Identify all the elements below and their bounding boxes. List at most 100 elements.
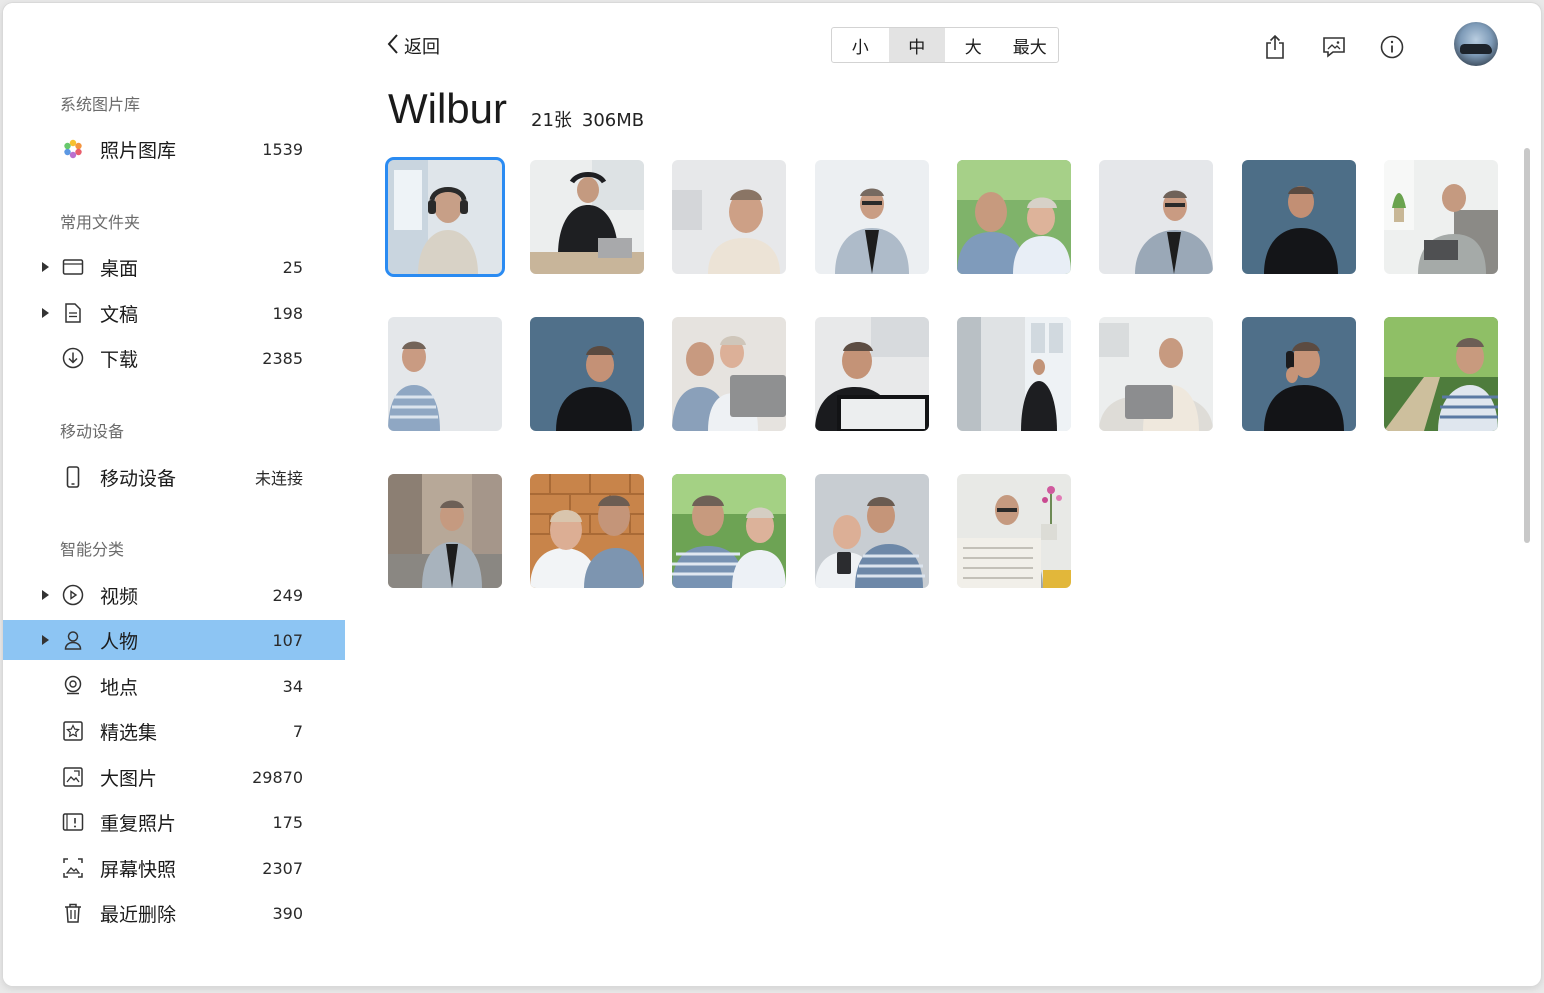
photo-thumbnail[interactable] [388,474,502,588]
sidebar-item-count: 34 [282,676,303,696]
sidebar-item-label: 照片图库 [100,139,177,162]
photo-thumbnail[interactable] [672,317,786,431]
expand-arrow-icon[interactable] [42,308,49,318]
photo-thumbnail[interactable] [957,160,1071,274]
sidebar-item-count: 107 [272,630,303,650]
sidebar-item-duplicates[interactable]: 重复照片 175 [3,802,345,842]
sidebar-item-count: 175 [272,812,303,832]
photo-thumbnail[interactable] [1099,160,1213,274]
expand-arrow-icon[interactable] [42,262,49,272]
sidebar-item-count: 2307 [262,858,303,878]
trash-icon [62,902,84,924]
sidebar-item-recently-deleted[interactable]: 最近删除 390 [3,893,345,933]
photo-thumbnail[interactable] [530,317,644,431]
album-meta: 21张 306MB [531,106,644,132]
large-image-icon [62,766,84,788]
sidebar-item-label: 精选集 [100,721,158,744]
info-icon [1380,35,1404,59]
sidebar-item-count: 未连接 [254,469,303,488]
sidebar-item-count: 2385 [262,348,303,368]
sidebar-item-label: 桌面 [100,257,139,280]
sidebar-item-places[interactable]: 地点 34 [3,666,345,706]
photo-thumbnail[interactable] [815,474,929,588]
album-photo-count: 21张 [531,110,572,131]
sidebar-item-label: 屏幕快照 [100,858,177,881]
sidebar-item-documents[interactable]: 文稿 198 [3,293,345,333]
duplicate-icon [62,811,84,833]
sidebar-item-count: 249 [272,585,303,605]
section-title-common-folders: 常用文件夹 [60,213,141,232]
screenshot-icon [62,857,84,879]
back-button[interactable]: 返回 [386,31,440,61]
photo-thumbnail[interactable] [957,317,1071,431]
section-title-system-library: 系统图片库 [60,95,141,114]
size-option-medium[interactable]: 中 [888,28,945,62]
size-option-large[interactable]: 大 [945,28,1002,62]
sidebar-item-label: 移动设备 [100,467,177,490]
sidebar-item-label: 大图片 [100,767,158,790]
message-image-icon [1323,37,1345,58]
sidebar-item-label: 文稿 [100,303,139,326]
photo-thumbnail[interactable] [1242,317,1356,431]
back-label: 返回 [404,37,440,58]
download-icon [62,347,84,369]
sidebar-item-count: 390 [272,903,303,923]
photo-thumbnail[interactable] [1099,317,1213,431]
sidebar-item-label: 人物 [100,630,139,653]
info-button[interactable] [1378,33,1406,61]
expand-arrow-icon[interactable] [42,635,49,645]
sidebar-item-videos[interactable]: 视频 249 [3,575,345,615]
phone-icon [62,466,84,488]
photo-thumbnail[interactable] [388,317,502,431]
sidebar-item-large-images[interactable]: 大图片 29870 [3,757,345,797]
featured-icon [62,720,84,742]
section-title-smart-categories: 智能分类 [60,540,125,559]
slideshow-button[interactable] [1320,33,1348,61]
sidebar-item-featured[interactable]: 精选集 7 [3,711,345,751]
person-icon [62,629,84,651]
photo-thumbnail[interactable] [385,157,505,277]
sidebar-item-downloads[interactable]: 下载 2385 [3,338,345,378]
sidebar-item-screenshots[interactable]: 屏幕快照 2307 [3,848,345,888]
sidebar-item-count: 198 [272,303,303,323]
app-window: 系统图片库 照片图库 1539 常用文件夹 桌面 25 文稿 198 下载 23… [3,3,1541,986]
sidebar-item-label: 重复照片 [100,812,177,835]
sidebar-item-count: 29870 [252,767,303,787]
size-option-small[interactable]: 小 [832,28,889,62]
share-button[interactable] [1261,33,1289,61]
sidebar-item-photo-library[interactable]: 照片图库 1539 [3,129,345,169]
photos-app-icon [62,138,84,160]
photo-thumbnail[interactable] [1384,160,1498,274]
sidebar-item-mobile-device[interactable]: 移动设备 未连接 [3,457,345,497]
sidebar-item-people[interactable]: 人物 107 [3,620,345,660]
vertical-scrollbar[interactable] [1524,148,1530,543]
sidebar-item-desktop[interactable]: 桌面 25 [3,247,345,287]
photo-thumbnail[interactable] [815,317,929,431]
document-icon [62,302,84,324]
sidebar-item-count: 25 [282,257,303,277]
sidebar-item-label: 最近删除 [100,903,177,926]
photo-thumbnail[interactable] [1242,160,1356,274]
expand-arrow-icon[interactable] [42,590,49,600]
share-icon [1266,34,1284,59]
video-icon [62,584,84,606]
album-size: 306MB [581,110,645,131]
sidebar-item-count: 1539 [262,139,303,159]
sidebar-item-label: 下载 [100,348,139,371]
photo-thumbnail[interactable] [530,474,644,588]
size-option-largest[interactable]: 最大 [1002,28,1059,62]
album-title: Wilbur [388,85,508,132]
sidebar-item-count: 7 [292,721,303,741]
photo-thumbnail[interactable] [672,160,786,274]
photo-thumbnail[interactable] [672,474,786,588]
photo-thumbnail[interactable] [815,160,929,274]
thumbnail-size-control: 小 中 大 最大 [831,27,1059,63]
photo-thumbnail[interactable] [957,474,1071,588]
photo-thumbnail[interactable] [530,160,644,274]
photo-thumbnail[interactable] [1384,317,1498,431]
desktop-icon [62,256,84,278]
location-icon [62,675,84,697]
user-avatar[interactable] [1454,22,1498,66]
section-title-mobile-devices: 移动设备 [60,422,125,441]
sidebar-item-label: 地点 [100,676,139,699]
